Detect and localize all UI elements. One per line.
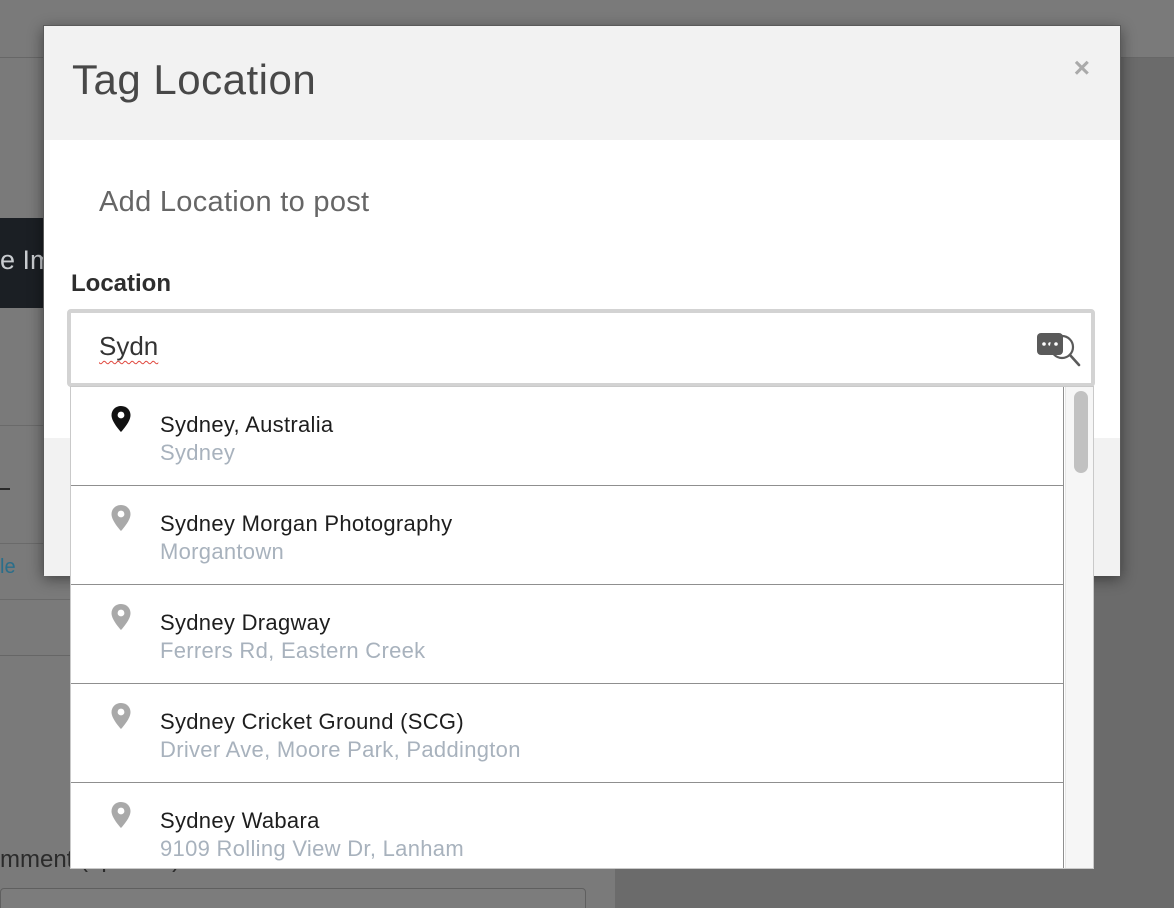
background-link: le [0,556,16,578]
background-dash [0,488,10,490]
dropdown-scrollbar[interactable] [1065,387,1093,868]
map-pin-icon [111,802,131,828]
result-item[interactable]: Sydney Dragway Ferrers Rd, Eastern Creek [71,585,1064,684]
map-pin-icon [111,406,131,432]
result-address: Driver Ave, Moore Park, Paddington [160,737,521,762]
background-line [0,655,70,656]
result-address: Ferrers Rd, Eastern Creek [160,638,426,663]
result-address: 9109 Rolling View Dr, Lanham [160,836,464,861]
modal-header: Tag Location × [44,26,1120,140]
result-item[interactable]: Sydney, Australia Sydney [71,387,1064,486]
result-item[interactable]: Sydney Cricket Ground (SCG) Driver Ave, … [71,684,1064,783]
map-pin-icon [111,703,131,729]
location-search-input[interactable]: Sydn [67,309,1095,387]
search-input-value[interactable]: Sydn [99,331,158,362]
background-comment-input [0,888,586,908]
result-name: Sydney Morgan Photography [160,511,453,536]
result-address: Sydney [160,440,236,465]
result-address: Morgantown [160,539,285,564]
result-name: Sydney Wabara [160,808,320,833]
close-button[interactable]: × [1074,52,1090,84]
location-results-dropdown: Sydney, Australia Sydney Sydney Morgan P… [70,386,1094,869]
result-name: Sydney, Australia [160,412,334,437]
modal-subtitle: Add Location to post [99,186,370,218]
location-search-icon[interactable] [1037,329,1083,369]
map-pin-icon [111,604,131,630]
result-name: Sydney Cricket Ground (SCG) [160,709,464,734]
location-label: Location [71,270,171,297]
result-item[interactable]: Sydney Wabara 9109 Rolling View Dr, Lanh… [71,783,1064,868]
result-name: Sydney Dragway [160,610,331,635]
scrollbar-thumb[interactable] [1074,391,1088,473]
result-item[interactable]: Sydney Morgan Photography Morgantown [71,486,1064,585]
map-pin-icon [111,505,131,531]
modal-title: Tag Location [72,56,317,103]
